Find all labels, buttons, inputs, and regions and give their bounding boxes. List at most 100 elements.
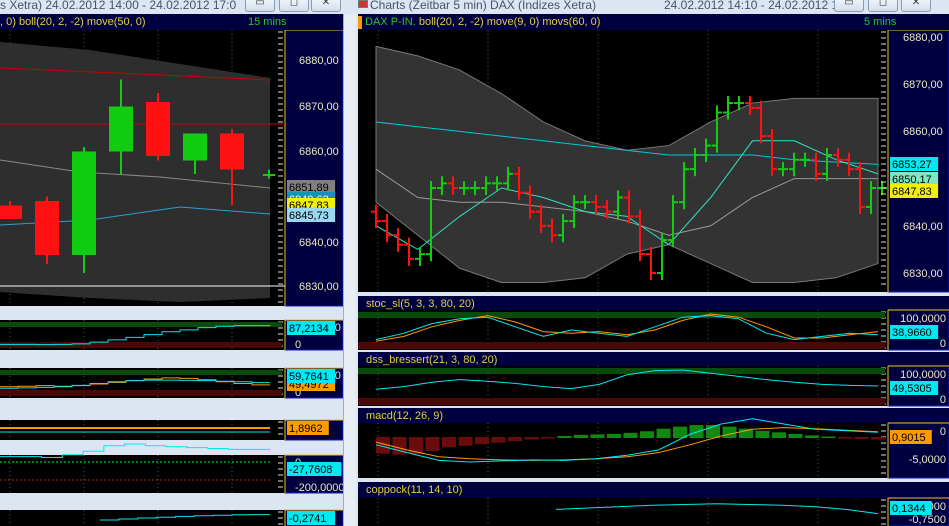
price-tick: 6840,00 [903,221,943,233]
candle-down [35,201,59,255]
price-tick: 6840,00 [299,237,339,249]
left-chart-canvas[interactable]: 6880,006870,006860,006840,006830,006851,… [0,30,343,526]
macd-histogram-bar [574,434,588,438]
candle-up [72,151,96,255]
bollinger-band-fill [0,42,270,302]
symbol-marker [358,15,362,29]
indicator-header [358,408,949,423]
candle-up [109,106,133,152]
vertical-scrollbar[interactable] [343,14,356,526]
interval-label: 5 mins [864,16,897,28]
price-axis [284,30,343,307]
macd-histogram-bar [475,437,489,445]
macd-histogram-bar [623,432,638,438]
close-button[interactable]: ✕ [901,0,931,12]
indicator-panel [0,455,285,493]
minimize-button[interactable]: ▭ [834,0,864,12]
indicator-list: , 0) boll(20, 2, -2) move(50, 0) [0,16,146,28]
macd-histogram-bar [854,437,869,440]
axis-tick-label: -200,0000 [295,482,343,494]
right-chart-canvas[interactable]: 6880,00 6870,00 6860,00 6840,00 6830,00 6853,… [358,30,949,526]
interval-label: 15 mins [248,16,287,28]
maximize-button[interactable]: ◻ [279,0,309,12]
indicator-value: 59,7641 [289,371,329,383]
right-window-title: Charts (Zeitbar 5 min) DAX (Indizes Xetr… [370,0,597,12]
macd-histogram-bar [524,437,539,440]
price-label: 6853,27 [892,159,932,171]
overbought-zone [358,368,885,374]
macd-histogram-bar [508,437,522,442]
macd-histogram-bar [640,431,654,438]
minimize-button[interactable]: ▭ [245,0,275,12]
symbol-label: DAX P-IN. [365,16,416,28]
macd-histogram-bar [689,425,704,438]
macd-histogram-bar [722,426,737,438]
price-tick: 6880,00 [299,55,339,67]
left-chart-header: , 0) boll(20, 2, -2) move(50, 0) 15 mins [0,14,343,30]
axis-tick-label: 0 [295,339,301,351]
close-button[interactable]: ✕ [311,0,341,12]
price-tick: 6860,00 [903,126,943,138]
price-label: 6845,73 [289,210,329,222]
candle-down [0,205,22,219]
candle-up [183,133,207,161]
macd-histogram-bar [607,433,621,438]
macd-histogram-bar [541,437,555,439]
chart-app-icon [358,0,368,8]
axis-tick-label: -0,7500 [909,514,946,526]
indicator-title: coppock(11, 14, 10) [366,484,462,496]
macd-histogram-bar [656,428,671,438]
macd-histogram-bar [772,432,786,438]
macd-histogram-bar [425,437,440,451]
indicator-value: 1,8962 [289,423,323,435]
oversold-zone [358,342,885,349]
price-label: 6847,83 [892,186,932,198]
macd-histogram-bar [442,437,456,448]
left-chart-window: s Xetra) 24.02.2012 14:00 - 24.02.2012 1… [0,0,356,526]
macd-histogram-bar [838,437,852,439]
macd-histogram-bar [871,437,885,440]
price-tick: 6880,00 [903,32,943,44]
left-window-title: s Xetra) 24.02.2012 14:00 - 24.02.2012 1… [0,0,236,12]
indicator-list: boll(20, 2, -2) move(9, 0) movs(60, 0) [415,16,601,28]
overbought-zone [0,370,282,375]
indicator-value: 0,9015 [892,432,926,444]
oversold-zone [0,390,282,396]
indicator-panel [358,498,888,526]
candle-down [146,102,170,156]
candle-up [263,174,275,176]
indicator-title: stoc_sl(5, 3, 3, 80, 20) [366,298,475,310]
indicator-title: dss_bressert(21, 3, 80, 20) [366,354,497,366]
macd-histogram-bar [491,437,506,443]
right-chart-window: Charts (Zeitbar 5 min) DAX (Indizes Xetr… [356,0,949,526]
macd-histogram-bar [755,430,770,438]
macd-histogram-bar [557,435,572,438]
macd-histogram-bar [805,435,819,438]
price-tick: 6830,00 [903,268,943,280]
candle-down [220,133,244,170]
macd-histogram-bar [458,437,473,446]
indicator-value: -0,2741 [289,513,326,525]
oversold-zone [358,398,885,405]
indicator-value: 49,5305 [892,383,932,395]
macd-histogram-bar [739,428,753,438]
overbought-zone [358,312,885,318]
price-tick: 6870,00 [299,101,339,113]
macd-histogram-bar [821,436,836,438]
indicator-value: 87,2134 [289,323,329,335]
axis-tick-label: 100,0000 [900,369,946,381]
axis-tick-label: -5,0000 [909,454,946,466]
indicator-panel [0,420,285,440]
axis-tick-label: 0 [940,426,946,438]
indicator-value: -27,7608 [289,464,332,476]
price-tick: 6870,00 [903,79,943,91]
overbought-zone [0,322,282,327]
macd-histogram-bar [788,433,803,438]
maximize-button[interactable]: ◻ [868,0,898,12]
macd-histogram-bar [590,434,605,438]
price-tick: 6830,00 [299,281,339,293]
axis-tick-label: 100,0000 [900,313,946,325]
axis-tick-label: 0 [940,338,946,350]
indicator-title: macd(12, 26, 9) [366,410,443,422]
price-tick: 6860,00 [299,146,339,158]
